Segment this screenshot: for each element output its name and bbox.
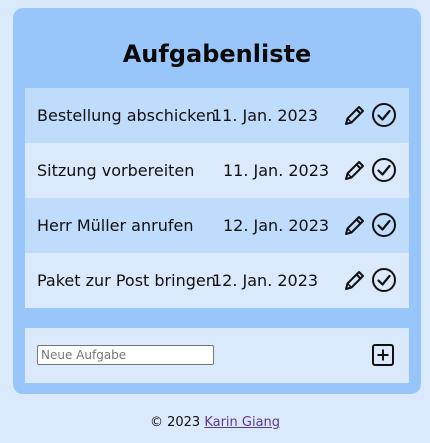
pencil-icon[interactable] [343, 158, 367, 182]
task-name: Herr Müller anrufen [37, 216, 194, 235]
task-name: Paket zur Post bringen [37, 271, 216, 290]
author-link[interactable]: Karin Giang [204, 415, 280, 430]
check-circle-icon[interactable] [371, 102, 397, 128]
page-title: Aufgabenliste [122, 40, 312, 68]
check-circle-icon[interactable] [371, 267, 397, 293]
pencil-icon[interactable] [343, 213, 367, 237]
task-list: Bestellung abschicken 11. Jan. 2023 Sitz… [25, 88, 409, 308]
copyright-text: © 2023 [149, 415, 201, 430]
task-row: Sitzung vorbereiten 11. Jan. 2023 [25, 143, 409, 198]
pencil-icon[interactable] [343, 268, 367, 292]
task-row: Paket zur Post bringen 12. Jan. 2023 [25, 253, 409, 308]
pencil-icon[interactable] [343, 103, 367, 127]
footer: © 2023 Karin Giang [0, 415, 430, 430]
check-circle-icon[interactable] [371, 157, 397, 183]
task-date: 11. Jan. 2023 [223, 161, 330, 180]
new-task-input[interactable] [37, 345, 214, 365]
task-row: Bestellung abschicken 11. Jan. 2023 [25, 88, 409, 143]
check-circle-icon[interactable] [371, 212, 397, 238]
todo-card: Aufgabenliste Bestellung abschicken 11. … [13, 8, 421, 394]
task-name: Bestellung abschicken [37, 106, 216, 125]
task-row: Herr Müller anrufen 12. Jan. 2023 [25, 198, 409, 253]
task-date: 11. Jan. 2023 [212, 106, 319, 125]
task-date: 12. Jan. 2023 [212, 271, 319, 290]
add-task-form [25, 328, 409, 383]
task-date: 12. Jan. 2023 [223, 216, 330, 235]
task-name: Sitzung vorbereiten [37, 161, 195, 180]
plus-square-icon[interactable] [371, 343, 395, 367]
